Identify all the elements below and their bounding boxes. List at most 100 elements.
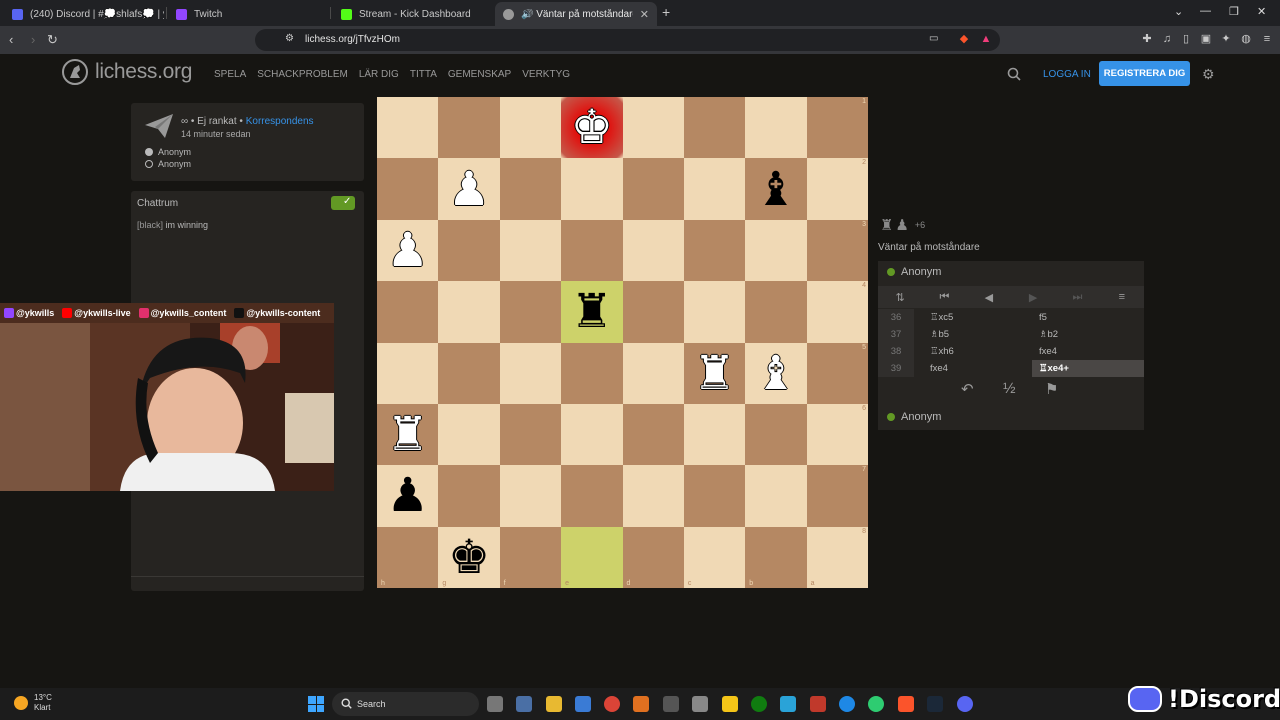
board-square[interactable]: ♜ — [683, 342, 746, 404]
taskbar-search[interactable]: Search — [332, 692, 479, 716]
close-window-icon[interactable]: ✕ — [1257, 5, 1266, 18]
board-square[interactable]: ♝ — [745, 158, 807, 220]
resign-flag-icon[interactable]: ⚑ — [1045, 380, 1058, 398]
board-square[interactable] — [683, 158, 746, 220]
tab-discord[interactable]: (240) Discord | #💭shlafs💭 | ykwills — [4, 2, 164, 26]
board-square[interactable] — [499, 465, 562, 527]
board-square[interactable] — [622, 465, 684, 527]
board-square[interactable] — [622, 342, 684, 404]
white-rook-icon[interactable]: ♜ — [377, 404, 438, 465]
board-square[interactable]: ♟ — [438, 158, 500, 220]
gear-icon[interactable]: ⚙ — [1202, 66, 1215, 83]
windows-start-icon[interactable] — [308, 696, 324, 712]
board-square[interactable]: 1 — [806, 97, 868, 159]
black-move[interactable]: fxe4 — [1032, 343, 1144, 360]
file-explorer-icon[interactable] — [546, 696, 562, 712]
black-bishop-icon[interactable]: ♝ — [745, 158, 806, 219]
board-square[interactable] — [499, 158, 562, 220]
board-square[interactable]: 7 — [806, 465, 868, 527]
player-black[interactable]: Anonym — [145, 159, 191, 169]
board-square[interactable]: ♝ — [745, 342, 807, 404]
board-square[interactable] — [438, 281, 500, 343]
board-square[interactable] — [683, 281, 746, 343]
player-white[interactable]: Anonym — [145, 147, 191, 157]
black-pawn-icon[interactable]: ♟ — [377, 465, 438, 526]
board-square[interactable] — [745, 219, 807, 282]
draw-offer-button[interactable]: ½ — [1003, 380, 1016, 397]
nav-watch[interactable]: TITTA — [410, 69, 437, 80]
music-icon[interactable]: ♫ — [1161, 33, 1173, 45]
prev-move-icon[interactable]: ◀ — [967, 291, 1011, 304]
next-move-icon[interactable]: ▶ — [1011, 291, 1055, 304]
tab-kick[interactable]: Stream - Kick Dashboard — [333, 2, 493, 26]
board-square[interactable] — [377, 281, 439, 343]
board-square[interactable]: 4 — [806, 281, 868, 343]
chat-input[interactable] — [131, 576, 364, 577]
top-player[interactable]: Anonym — [887, 266, 941, 278]
app-icon[interactable] — [780, 696, 796, 712]
nav-tools[interactable]: VERKTYG — [522, 69, 570, 80]
first-move-icon[interactable]: ⏮ — [922, 291, 966, 304]
board-square[interactable] — [622, 97, 684, 159]
chat-toggle[interactable]: ✓ — [331, 196, 355, 210]
brave-icon[interactable] — [898, 696, 914, 712]
black-move[interactable]: f5 — [1032, 309, 1144, 326]
sidebar-icon[interactable]: ▯ — [1180, 33, 1192, 45]
board-square[interactable]: ♜ — [377, 403, 439, 466]
board-square[interactable]: c — [683, 526, 746, 588]
register-button[interactable]: REGISTRERA DIG — [1099, 61, 1190, 86]
board-square[interactable]: 3 — [806, 219, 868, 282]
board-square[interactable] — [499, 219, 562, 282]
brave-shield-icon[interactable]: ◆ — [958, 33, 970, 45]
last-move-icon[interactable]: ⏭ — [1055, 291, 1099, 304]
task-view-icon[interactable] — [487, 696, 503, 712]
white-pawn-icon[interactable]: ♟ — [438, 158, 499, 219]
board-square[interactable]: f — [499, 526, 562, 588]
nav-play[interactable]: SPELA — [214, 69, 246, 80]
board-square[interactable] — [745, 403, 807, 466]
nav-puzzles[interactable]: SCHACKPROBLEM — [257, 69, 348, 80]
wallet-icon[interactable]: ▣ — [1200, 33, 1212, 45]
minimize-icon[interactable]: — — [1200, 5, 1211, 17]
white-move[interactable]: ♗b5 — [930, 326, 949, 343]
black-move[interactable]: ♗b2 — [1032, 326, 1144, 343]
board-square[interactable] — [561, 403, 623, 466]
forward-icon[interactable]: › — [31, 32, 35, 47]
board-square[interactable] — [622, 403, 684, 466]
rockstar-icon[interactable] — [722, 696, 738, 712]
login-link[interactable]: LOGGA IN — [1043, 69, 1091, 80]
white-pawn-icon[interactable]: ♟ — [377, 220, 438, 281]
board-square[interactable]: ♟ — [377, 465, 439, 527]
white-king-icon[interactable]: ♚ — [561, 97, 622, 158]
board-square[interactable] — [438, 342, 500, 404]
menu-icon[interactable]: ≡ — [1100, 291, 1144, 303]
board-square[interactable] — [499, 97, 562, 159]
black-move-current[interactable]: ♖xe4+ — [1032, 360, 1144, 377]
app-icon[interactable] — [839, 696, 855, 712]
close-tab-icon[interactable]: ✕ — [640, 8, 649, 21]
board-square[interactable] — [438, 465, 500, 527]
board-square[interactable] — [438, 403, 500, 466]
board-square[interactable] — [377, 97, 439, 159]
app-icon[interactable] — [810, 696, 826, 712]
nav-learn[interactable]: LÄR DIG — [359, 69, 399, 80]
tab-search-icon[interactable]: ⌄ — [1174, 5, 1183, 18]
tab-twitch[interactable]: Twitch — [168, 2, 328, 26]
white-move[interactable]: ♖xc5 — [930, 309, 953, 326]
app-icon[interactable] — [663, 696, 679, 712]
store-icon[interactable] — [575, 696, 591, 712]
board-square[interactable] — [622, 219, 684, 282]
board-square[interactable] — [622, 158, 684, 220]
board-square[interactable]: 6 — [806, 403, 868, 466]
weather-widget[interactable]: 13°C Klart — [14, 693, 52, 713]
app-icon[interactable] — [633, 696, 649, 712]
site-info-icon[interactable]: ⚙ — [285, 33, 294, 44]
board-square[interactable] — [683, 97, 746, 159]
black-rook-icon[interactable]: ♜ — [561, 281, 622, 342]
xbox-icon[interactable] — [751, 696, 767, 712]
extensions-icon[interactable]: ✚ — [1141, 33, 1153, 45]
board-square[interactable] — [438, 97, 500, 159]
board-square[interactable] — [561, 342, 623, 404]
white-bishop-icon[interactable]: ♝ — [745, 343, 806, 404]
board-square[interactable] — [745, 465, 807, 527]
